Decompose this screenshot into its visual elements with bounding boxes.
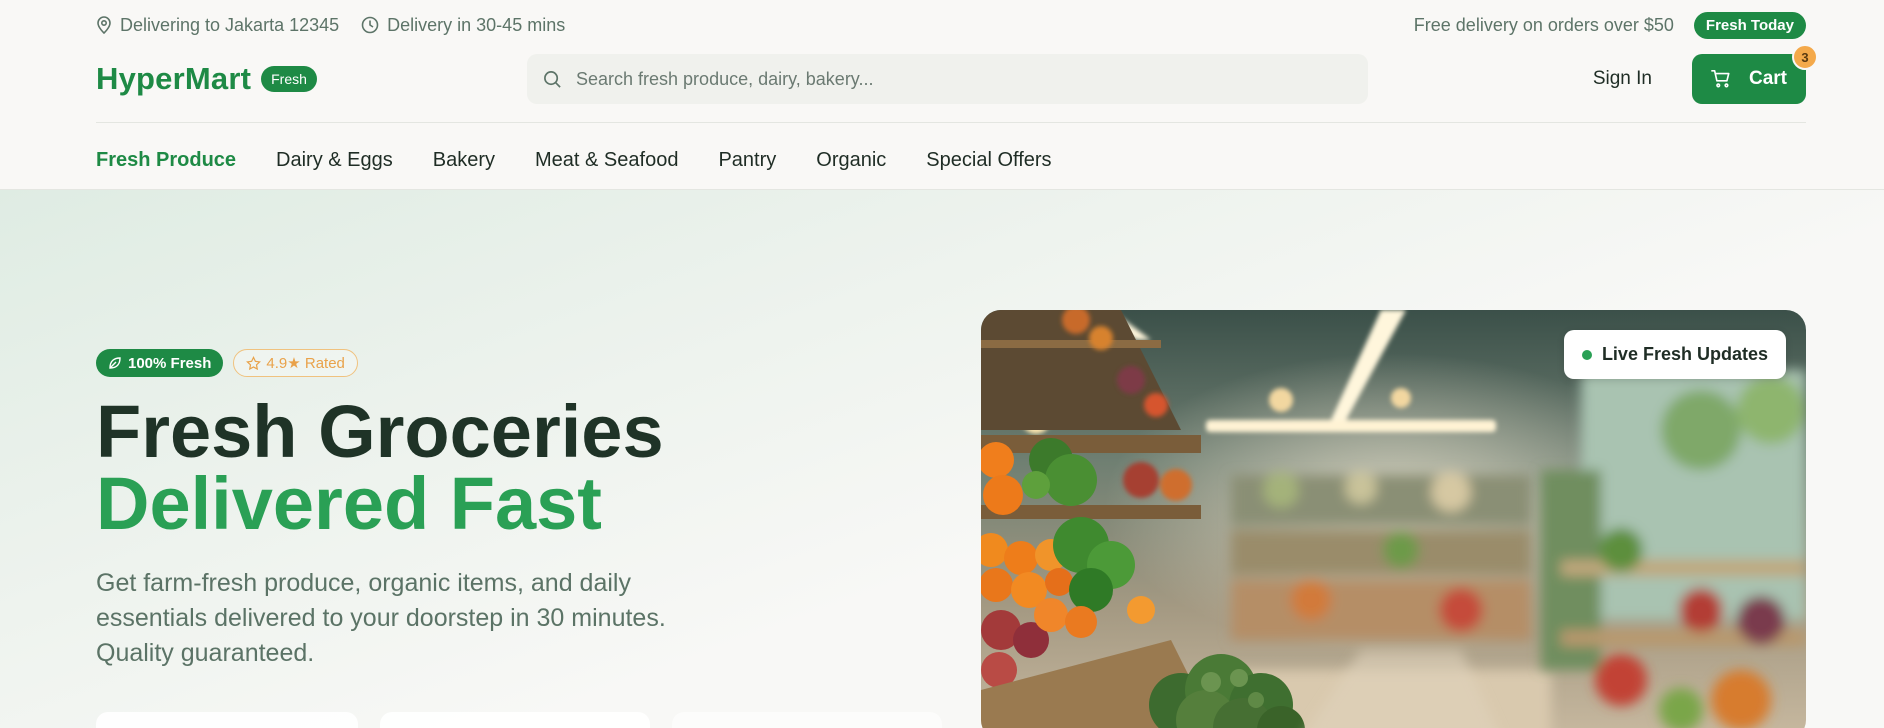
- fresh-today-badge: Fresh Today: [1693, 11, 1806, 39]
- category-nav: Fresh Produce Dairy & Eggs Bakery Meat &…: [96, 140, 1806, 180]
- hero-badges: 100% Fresh 4.9★ Rated: [96, 349, 358, 377]
- star-icon: [246, 355, 262, 370]
- search-bar[interactable]: [527, 54, 1368, 104]
- hero-section: 100% Fresh 4.9★ Rated Fresh Groceries De…: [0, 190, 1884, 728]
- nav-item-special-offers[interactable]: Special Offers: [926, 149, 1051, 172]
- fresh-badge-text: 100% Fresh: [128, 354, 212, 372]
- nav-item-meat-seafood[interactable]: Meat & Seafood: [535, 149, 678, 172]
- fresh-badge: 100% Fresh: [96, 349, 224, 377]
- delivery-time-text: Delivery in 30-45 mins: [387, 14, 566, 35]
- rating-badge: 4.9★ Rated: [233, 349, 358, 377]
- live-status-dot-icon: [1581, 349, 1592, 360]
- free-delivery-text: Free delivery on orders over $50: [1413, 14, 1674, 35]
- live-updates-badge[interactable]: Live Fresh Updates: [1563, 330, 1786, 379]
- nav-item-fresh-produce[interactable]: Fresh Produce: [96, 149, 236, 172]
- nav-item-pantry[interactable]: Pantry: [718, 149, 776, 172]
- leaf-icon: [109, 357, 121, 369]
- rating-badge-text: 4.9★ Rated: [266, 355, 345, 372]
- logo[interactable]: HyperMart Fresh: [96, 61, 527, 97]
- cart-count-badge: 3: [1792, 44, 1818, 70]
- live-updates-text: Live Fresh Updates: [1601, 344, 1768, 364]
- hero-cta-button-primary[interactable]: [96, 712, 358, 728]
- cart-label: Cart: [1748, 68, 1787, 89]
- hero-subtitle: Get farm-fresh produce, organic items, a…: [96, 569, 666, 667]
- cart-button[interactable]: Cart 3: [1692, 44, 1818, 104]
- search-input[interactable]: [576, 68, 1276, 90]
- hero-title-line2: Delivered Fast: [96, 462, 602, 545]
- logo-text: HyperMart: [96, 61, 252, 96]
- hero-title-line1: Fresh Groceries: [96, 390, 664, 473]
- nav-item-dairy-eggs[interactable]: Dairy & Eggs: [276, 149, 393, 172]
- clock-icon: [361, 16, 379, 34]
- sign-in-link[interactable]: Sign In: [1593, 68, 1652, 90]
- main-header: HyperMart Fresh Sign In Cart 3: [96, 44, 1818, 106]
- delivery-location[interactable]: Delivering to Jakarta 12345: [96, 15, 339, 36]
- hero-title: Fresh Groceries Delivered Fast: [96, 390, 664, 545]
- top-info-bar: Delivering to Jakarta 12345 Delivery in …: [96, 0, 1806, 50]
- hero-cta-row: [96, 712, 942, 728]
- hero-cta-button-tertiary[interactable]: [672, 712, 942, 728]
- map-pin-icon: [97, 16, 111, 34]
- hero-cta-button-secondary[interactable]: [380, 712, 650, 728]
- location-text: Delivering to Jakarta 12345: [120, 14, 340, 35]
- shopping-cart-icon: [1711, 70, 1730, 88]
- logo-badge: Fresh: [261, 66, 317, 92]
- hero-image-grocery-aisle: Live Fresh Updates: [981, 310, 1806, 728]
- nav-item-organic[interactable]: Organic: [816, 149, 886, 172]
- delivery-time: Delivery in 30-45 mins: [361, 15, 565, 36]
- search-icon: [544, 70, 561, 88]
- nav-item-bakery[interactable]: Bakery: [433, 149, 495, 172]
- header-divider: [96, 122, 1806, 123]
